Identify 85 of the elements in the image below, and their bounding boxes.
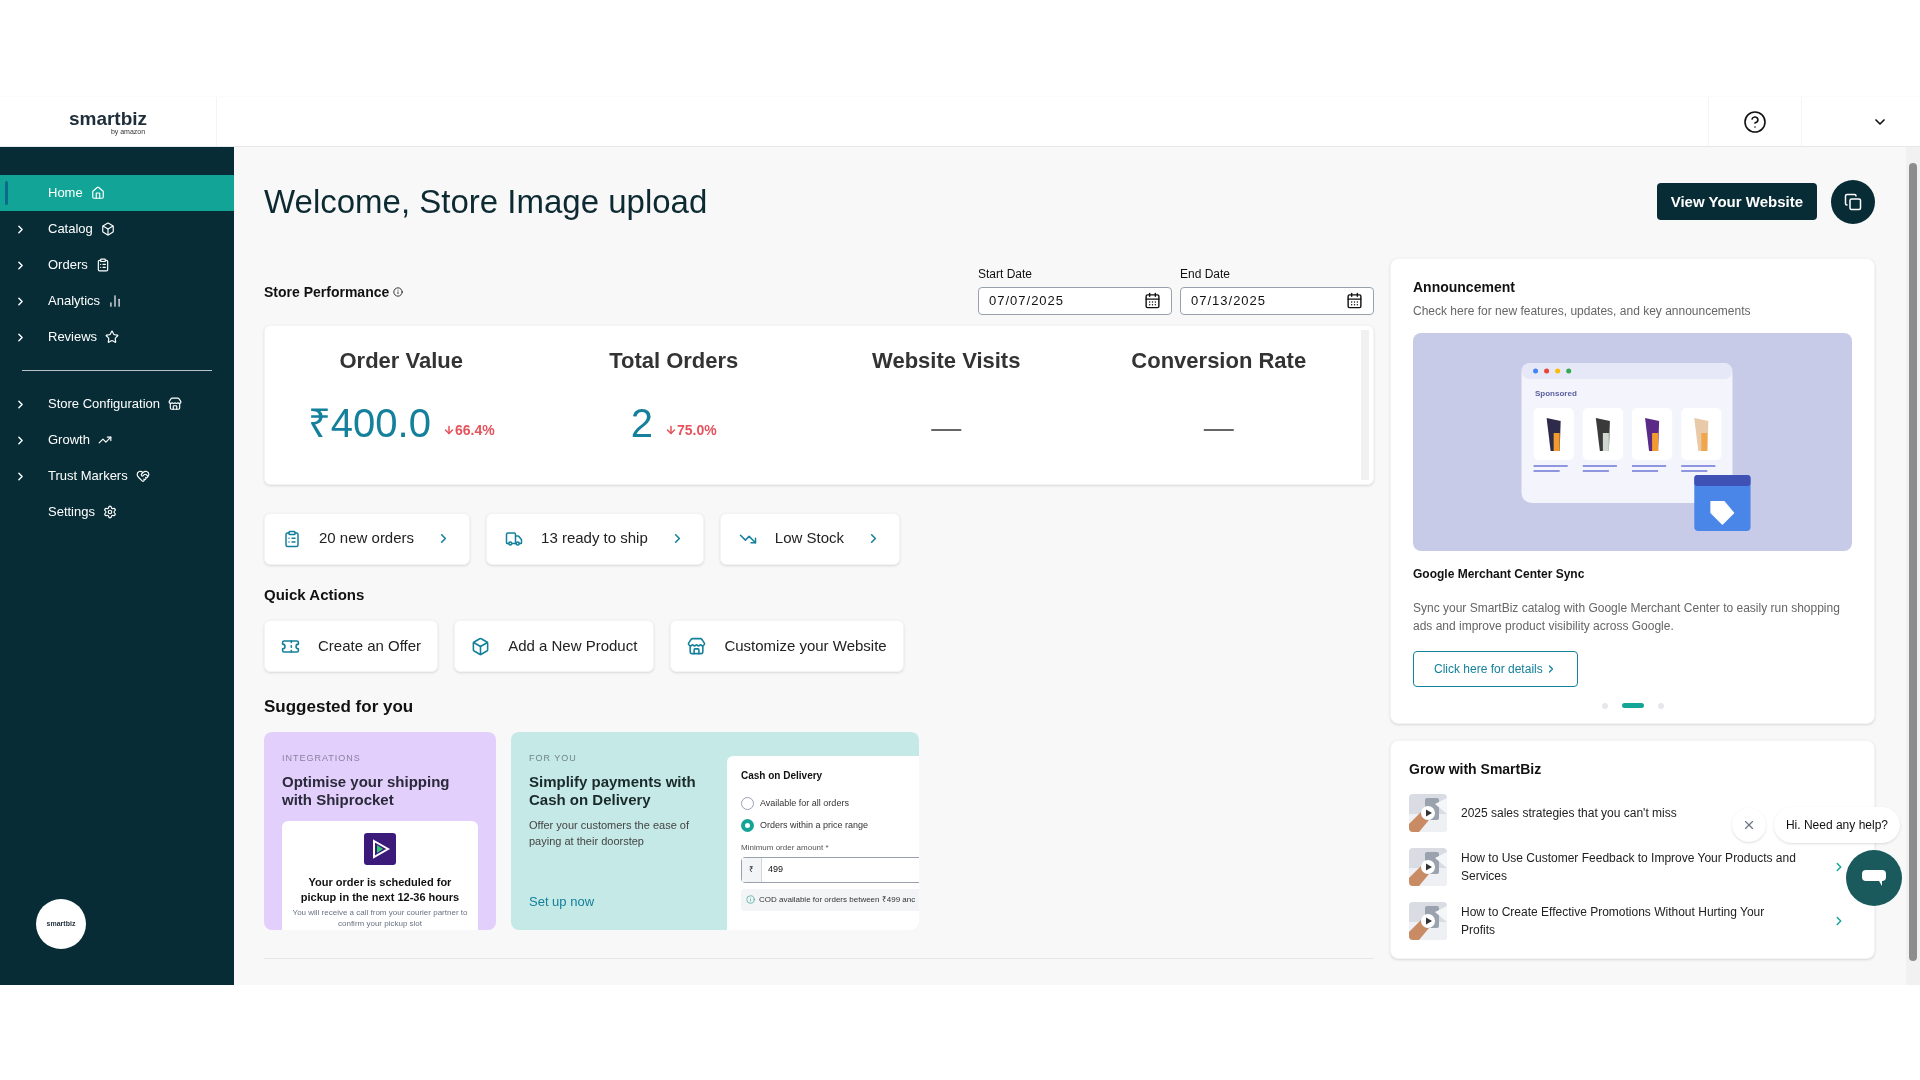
info-icon — [393, 287, 404, 297]
date-label: Start Date — [978, 265, 1034, 283]
sidebar-item[interactable]: Reviews — [0, 319, 234, 355]
metric-label: Order Value — [339, 346, 463, 375]
sidebar-item[interactable]: Analytics — [0, 283, 234, 319]
radio-button[interactable] — [741, 819, 754, 833]
card-subtitle: Check here for new features, updates, and key announcements — [1413, 302, 1752, 320]
info-icon — [746, 895, 755, 904]
quick-action-button[interactable]: Customize your Website — [670, 620, 904, 672]
metric-value: ₹400.0 — [307, 402, 431, 443]
amount-field[interactable]: ₹ 499 — [741, 856, 919, 883]
calendar-icon — [1144, 292, 1161, 309]
metric-label: Conversion Rate — [1131, 346, 1307, 375]
sidebar-item[interactable]: Growth — [0, 422, 234, 458]
field-label: Minimum order amount * — [741, 841, 830, 854]
card-tag: FOR YOU — [529, 751, 727, 765]
metric-value: 2 — [630, 402, 653, 443]
help-icon[interactable] — [1743, 109, 1767, 134]
shortcut-chip[interactable]: Low Stock — [719, 512, 900, 565]
star-icon — [105, 330, 120, 344]
view-website-button[interactable]: View Your Website — [1656, 183, 1817, 221]
sidebar-item[interactable]: Trust Markers — [0, 458, 234, 494]
date-field[interactable]: 07/07/2025 — [978, 286, 1172, 315]
radio-label: Orders within a price range — [760, 819, 869, 832]
quick-action-button[interactable]: Add a New Product — [454, 620, 655, 672]
chat-tooltip: Hi. Need any help? — [1773, 807, 1900, 843]
settings-icon — [103, 505, 117, 519]
suggestion-card[interactable] — [511, 731, 919, 930]
metric-change: 75.0% — [677, 420, 717, 440]
shortcut-chip[interactable]: 13 ready to ship — [486, 512, 704, 565]
metric-label: Total Orders — [609, 346, 739, 375]
announcement-title: Google Merchant Center Sync — [1413, 565, 1586, 583]
storefront-icon — [687, 636, 707, 656]
play-logo-icon — [364, 833, 396, 865]
storefront-icon — [168, 397, 182, 411]
shortcut-chip[interactable]: 20 new orders — [264, 512, 471, 565]
clipboard-icon — [283, 529, 301, 548]
chat-button[interactable] — [1846, 850, 1902, 906]
card-tag: INTEGRATIONS — [282, 751, 478, 765]
metric-label: Website Visits — [872, 346, 1021, 375]
card-heading: Announcement — [1413, 277, 1516, 297]
sidebar-item[interactable]: Store Configuration — [0, 386, 234, 422]
card-title: Optimise your shipping with Shiprocket — [282, 773, 451, 809]
card-text: Offer your customers the ease of paying at their doorstep — [529, 818, 690, 849]
logo: smartbiz — [68, 108, 148, 128]
date-field[interactable]: 07/13/2025 — [1180, 286, 1374, 315]
quick-action-button[interactable]: Create an Offer — [264, 620, 439, 672]
setup-link[interactable]: Set up now — [529, 892, 727, 912]
calendar-icon — [1346, 292, 1363, 309]
video-title-link[interactable]: How to Create Effective Promotions Without Hurting Your Profits — [1461, 902, 1801, 939]
preview-title: Cash on Delivery — [741, 768, 824, 783]
heart-handshake-icon — [135, 469, 150, 483]
section-title: Suggested for you — [264, 696, 415, 718]
sidebar-item[interactable]: Orders — [0, 247, 234, 283]
video-title-link[interactable]: How to Use Customer Feedback to Improve Your Products and Services — [1461, 848, 1801, 885]
announcement-text: Sync your SmartBiz catalog with Google Merchant Center to easily run shopping ads and improve product visibility across Google. — [1413, 599, 1841, 635]
bar-chart-icon — [108, 294, 123, 308]
card-title: Simplify payments with Cash on Delivery — [529, 773, 697, 809]
sidebar-item[interactable]: Catalog — [0, 211, 234, 247]
clipboard-icon — [95, 258, 110, 272]
down-arrow-icon — [442, 424, 455, 436]
metric-value: — — [931, 412, 962, 443]
details-button[interactable]: Click here for details — [1413, 650, 1578, 687]
card-heading: Grow with SmartBiz — [1409, 759, 1543, 779]
section-title: Store Performance — [264, 282, 390, 302]
home-icon — [90, 186, 105, 200]
copy-icon — [1844, 192, 1862, 211]
down-arrow-icon — [665, 424, 677, 436]
sidebar-item[interactable]: Settings — [0, 494, 234, 530]
date-label: End Date — [1180, 265, 1232, 283]
radio-label: Available for all orders — [760, 796, 849, 810]
preview-text: You will receive a call from your courier partner to confirm your pickup slot — [292, 907, 468, 929]
cube-icon — [471, 636, 491, 656]
suggestion-card[interactable]: INTEGRATIONS Optimise your shipping with Shiprocket Your order is scheduled for pickup in the next 12-36 hours You will receive a call from your courier partner to confirm your pickup slot — [264, 731, 496, 930]
preview-title: Your order is scheduled for pickup in the next 12-36 hours — [299, 875, 461, 905]
truck-icon — [505, 529, 524, 548]
metric-value: — — [1203, 412, 1234, 443]
section-title: Quick Actions — [264, 584, 366, 605]
chat-bubble-icon — [1861, 869, 1887, 887]
copy-button[interactable] — [1831, 179, 1875, 224]
metric-change: 66.4% — [454, 420, 495, 440]
cube-icon — [100, 222, 115, 236]
info-note: COD available for orders between ₹499 anc — [741, 888, 919, 911]
page-title: Welcome, Store Image upload — [264, 182, 708, 222]
sponsored-label: Sponsored — [1535, 387, 1577, 400]
